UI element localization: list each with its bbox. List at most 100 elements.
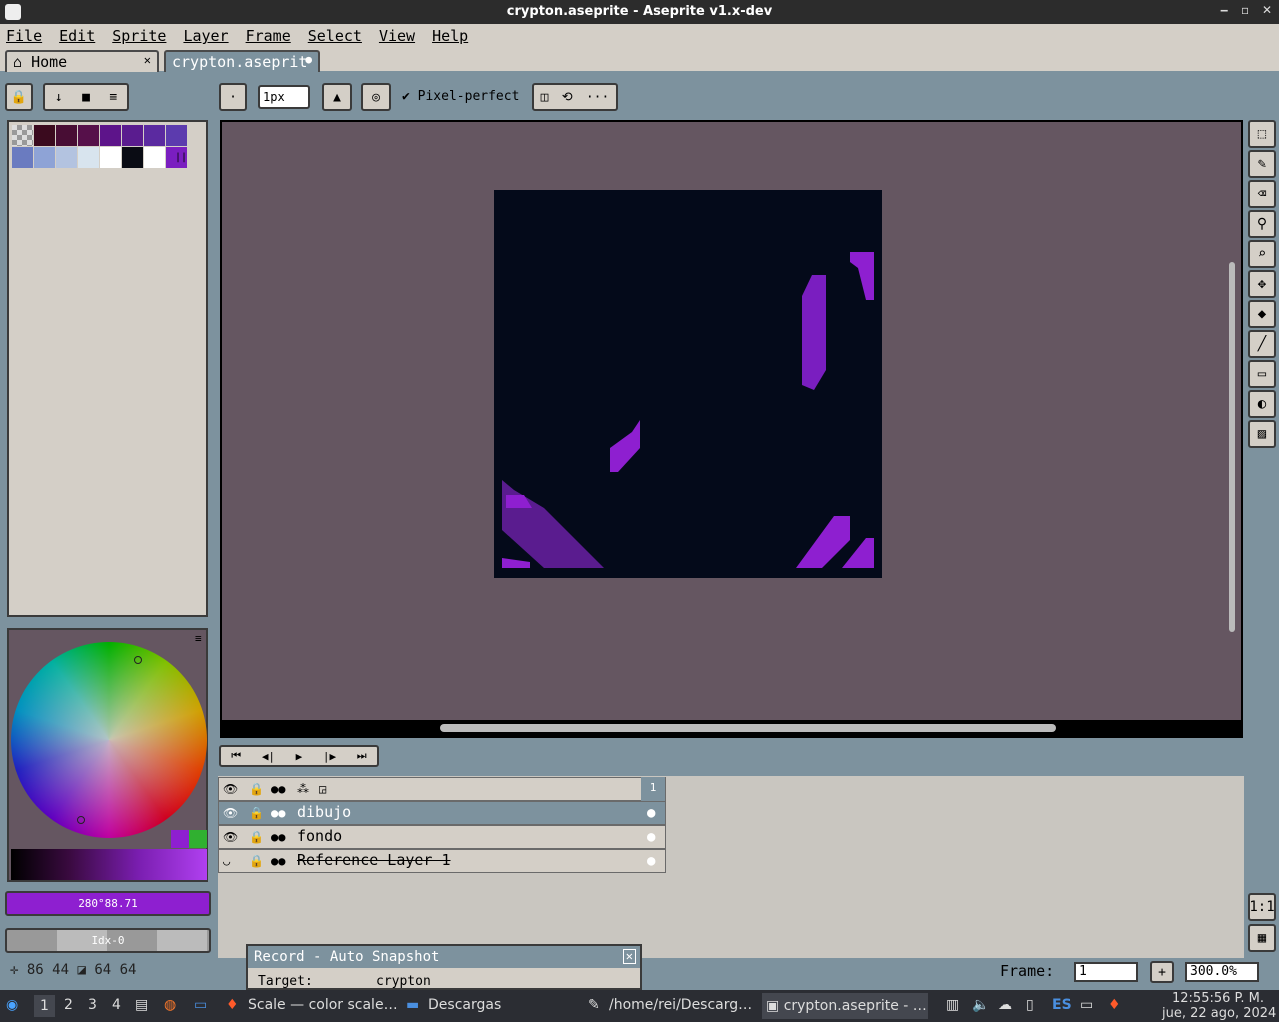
- eye-closed-icon[interactable]: ◡: [223, 854, 230, 868]
- prev-frame-button[interactable]: ◀|: [262, 750, 275, 763]
- continuous-icon[interactable]: ●●: [271, 830, 285, 844]
- palette-resize-handle[interactable]: ||: [175, 152, 187, 163]
- color-value-bar[interactable]: 280°88.71: [5, 891, 211, 916]
- taskbar-item-browser[interactable]: Scale — color scale…: [248, 997, 398, 1013]
- palette-swatch[interactable]: [78, 147, 99, 168]
- lock-alpha-button[interactable]: 🔒: [5, 83, 33, 111]
- menu-sprite[interactable]: Sprite: [112, 27, 166, 45]
- close-button[interactable]: ✕: [1262, 3, 1272, 17]
- palette-swatch[interactable]: [144, 125, 165, 146]
- layer-row-dibujo[interactable]: 👁 🔒 ●● dibujo ●: [218, 801, 666, 825]
- cel-icon[interactable]: ●: [647, 853, 655, 869]
- fg-color-swatch[interactable]: [171, 830, 189, 848]
- lock-icon[interactable]: 🔒: [249, 782, 264, 796]
- spray-tool-button[interactable]: ▨: [1248, 420, 1276, 448]
- vertical-scrollbar[interactable]: [1229, 262, 1235, 632]
- menu-view[interactable]: View: [379, 27, 415, 45]
- add-frame-button[interactable]: +: [1150, 961, 1174, 983]
- zoom-input[interactable]: 300.0%: [1185, 962, 1259, 982]
- wheel-menu-icon[interactable]: ≡: [195, 632, 202, 645]
- next-frame-button[interactable]: |▶: [323, 750, 336, 763]
- sort-down-icon[interactable]: ↓: [55, 90, 63, 105]
- notes-icon[interactable]: ▯: [1026, 997, 1034, 1013]
- marquee-tool-button[interactable]: ⬚: [1248, 120, 1276, 148]
- index-value-bar[interactable]: Idx-0: [5, 928, 211, 953]
- blur-tool-button[interactable]: ◐: [1248, 390, 1276, 418]
- workspace-4[interactable]: 4: [112, 997, 121, 1013]
- rectangle-tool-button[interactable]: ▭: [1248, 360, 1276, 388]
- volume-icon[interactable]: 🔈: [972, 997, 989, 1013]
- symmetry-icon[interactable]: ◫: [541, 90, 549, 105]
- tab-crypton[interactable]: crypton.aseprit ●: [164, 50, 320, 72]
- eye-icon[interactable]: 👁: [223, 782, 238, 796]
- zoom-1-1-button[interactable]: 1:1: [1248, 893, 1276, 921]
- brave-tray-icon[interactable]: ♦: [1108, 997, 1121, 1013]
- cloud-icon[interactable]: ☁: [998, 997, 1012, 1013]
- fill-tool-button[interactable]: ◆: [1248, 300, 1276, 328]
- palette-swatch[interactable]: [78, 125, 99, 146]
- tab-home-close-icon[interactable]: ✕: [144, 53, 151, 67]
- restore-button[interactable]: ▫: [1241, 3, 1249, 17]
- workspace-3[interactable]: 3: [88, 997, 97, 1013]
- menu-lines-icon[interactable]: ≡: [109, 90, 117, 105]
- rotate-icon[interactable]: ⟲: [562, 90, 573, 105]
- layer-row-fondo[interactable]: 👁 🔒 ●● fondo ●: [218, 825, 666, 849]
- pencil-tool-button[interactable]: ✎: [1248, 150, 1276, 178]
- minimize-button[interactable]: ‒: [1220, 3, 1228, 17]
- lock-icon[interactable]: 🔒: [249, 830, 264, 844]
- clock-date[interactable]: jue, 22 ago, 2024: [1162, 1006, 1276, 1021]
- launcher-icon[interactable]: ◉: [6, 997, 18, 1013]
- taskbar-item-editor[interactable]: /home/rei/Descarg…: [609, 997, 752, 1013]
- brave-icon[interactable]: ♦: [226, 997, 239, 1013]
- frame-input[interactable]: 1: [1074, 962, 1138, 982]
- stop-icon[interactable]: ■: [82, 90, 90, 105]
- layers-icon[interactable]: ◲: [319, 782, 326, 796]
- palette-swatch[interactable]: [144, 147, 165, 168]
- palette-swatch[interactable]: [56, 125, 77, 146]
- taskbar-item-aseprite[interactable]: ▣ crypton.aseprite - …: [762, 993, 928, 1019]
- eraser-tool-button[interactable]: ⌫: [1248, 180, 1276, 208]
- menu-help[interactable]: Help: [432, 27, 468, 45]
- palette-swatch[interactable]: [100, 125, 121, 146]
- zoom-tool-button[interactable]: ⌕: [1248, 240, 1276, 268]
- last-frame-button[interactable]: ⏭: [357, 749, 367, 763]
- line-tool-button[interactable]: ╱: [1248, 330, 1276, 358]
- palette-swatch[interactable]: [12, 125, 33, 146]
- eye-icon[interactable]: 👁: [223, 830, 238, 844]
- bg-color-swatch[interactable]: [189, 830, 207, 848]
- wheel-marker[interactable]: [134, 656, 142, 664]
- palette-swatch[interactable]: [100, 147, 121, 168]
- tab-home[interactable]: ⌂ Home ✕: [5, 50, 159, 72]
- files-icon[interactable]: ▤: [135, 997, 148, 1013]
- eyedropper-tool-button[interactable]: ⚲: [1248, 210, 1276, 238]
- menu-select[interactable]: Select: [308, 27, 362, 45]
- menu-frame[interactable]: Frame: [246, 27, 291, 45]
- palette-swatch[interactable]: [12, 147, 33, 168]
- workspace-1[interactable]: 1: [34, 995, 55, 1017]
- frame-header[interactable]: 1: [641, 777, 665, 801]
- menu-file[interactable]: File: [6, 27, 42, 45]
- lock-icon[interactable]: 🔒: [249, 854, 264, 868]
- eye-icon[interactable]: 👁: [223, 806, 238, 820]
- palette-swatch[interactable]: [34, 147, 55, 168]
- wheel-marker-2[interactable]: [77, 816, 85, 824]
- continuous-icon[interactable]: ●●: [271, 782, 285, 796]
- play-button[interactable]: ▶: [296, 750, 303, 763]
- lock-icon[interactable]: 🔒: [249, 806, 264, 820]
- link-icon[interactable]: ⁂: [297, 782, 309, 796]
- pattern-button[interactable]: ◎: [361, 83, 391, 111]
- palette-swatch[interactable]: [122, 125, 143, 146]
- sprite-canvas[interactable]: [494, 190, 882, 578]
- workspace-2[interactable]: 2: [64, 997, 73, 1013]
- cel-icon[interactable]: ●: [647, 805, 655, 821]
- layer-row-reference[interactable]: ◡ 🔒 ●● Reference Layer 1 ●: [218, 849, 666, 873]
- horizontal-scrollbar[interactable]: [440, 724, 1056, 732]
- brush-type-button[interactable]: ·: [219, 83, 247, 111]
- taskbar-item-descargas[interactable]: Descargas: [428, 997, 501, 1013]
- palette-swatch[interactable]: [34, 125, 55, 146]
- first-frame-button[interactable]: ⏮: [231, 749, 241, 763]
- menu-edit[interactable]: Edit: [59, 27, 95, 45]
- more-options-button[interactable]: ···: [586, 90, 609, 105]
- shade-bar[interactable]: [11, 849, 207, 880]
- clipboard-icon[interactable]: ▥: [946, 997, 959, 1013]
